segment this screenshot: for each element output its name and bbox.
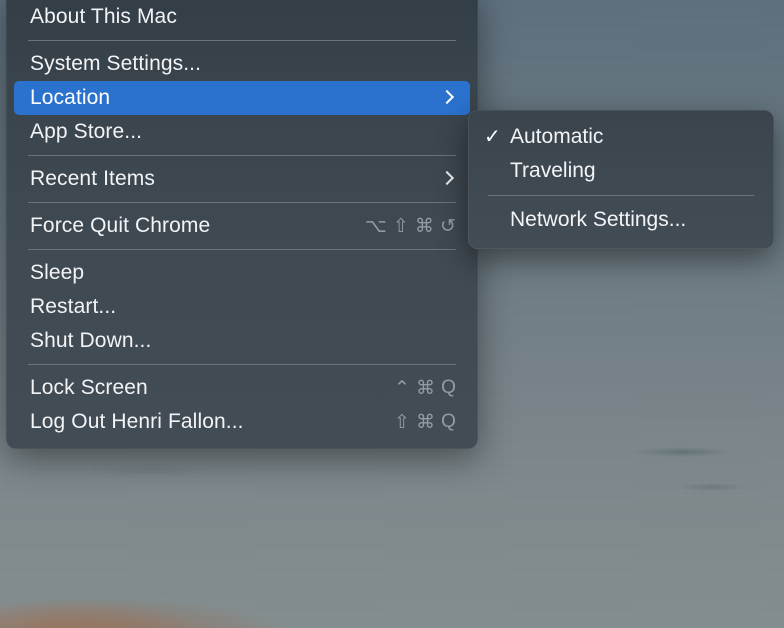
shortcut-key-glyph: Q <box>441 377 456 399</box>
submenu-divider <box>488 195 754 196</box>
menu-divider <box>28 202 456 203</box>
menu-divider <box>28 40 456 41</box>
shortcut-key-glyph: ⇧ <box>394 411 410 434</box>
menu-item-about-this-mac[interactable]: About This Mac <box>14 0 470 34</box>
shortcut-key-glyph: ⌘ <box>415 215 434 238</box>
keyboard-shortcut: ⌃ ⌘ Q <box>394 377 458 400</box>
menu-item-location[interactable]: Location <box>14 81 470 115</box>
menu-item-label: Lock Screen <box>30 376 148 400</box>
menu-item-label: App Store... <box>30 120 142 144</box>
submenu-item-traveling[interactable]: Traveling <box>476 154 766 188</box>
location-submenu: ✓Automatic Traveling Network Settings... <box>468 110 774 249</box>
menu-item-label: Force Quit Chrome <box>30 214 210 238</box>
submenu-item-label: Network Settings... <box>510 208 686 232</box>
apple-menu-dropdown: About This Mac System Settings... Location… <box>6 0 478 449</box>
menu-item-label: Shut Down... <box>30 329 151 353</box>
shortcut-key-glyph: ⌃ <box>394 377 410 400</box>
menu-item-restart[interactable]: Restart... <box>14 290 470 324</box>
submenu-item-automatic[interactable]: ✓Automatic <box>476 120 766 154</box>
menu-item-shut-down[interactable]: Shut Down... <box>14 324 470 358</box>
submenu-item-network-settings[interactable]: Network Settings... <box>476 203 766 237</box>
chevron-right-icon <box>440 90 456 106</box>
menu-divider <box>28 364 456 365</box>
menu-item-label: Location <box>30 86 110 110</box>
menu-divider <box>28 249 456 250</box>
shortcut-key-glyph: ⇧ <box>393 215 409 238</box>
shortcut-key-glyph: ↺ <box>440 215 456 238</box>
menu-item-sleep[interactable]: Sleep <box>14 256 470 290</box>
submenu-item-label: Automatic <box>510 125 603 149</box>
chevron-right-icon <box>440 171 456 187</box>
shortcut-key-glyph: ⌥ <box>365 215 387 238</box>
checkmark-icon: ✓ <box>484 127 510 147</box>
menu-item-system-settings[interactable]: System Settings... <box>14 47 470 81</box>
keyboard-shortcut: ⌥ ⇧ ⌘ ↺ <box>365 215 458 238</box>
menu-divider <box>28 155 456 156</box>
menu-item-label: Restart... <box>30 295 116 319</box>
menu-item-label: Log Out Henri Fallon... <box>30 410 244 434</box>
keyboard-shortcut: ⇧ ⌘ Q <box>394 411 458 434</box>
shortcut-key-glyph: Q <box>441 411 456 433</box>
menu-item-label: System Settings... <box>30 52 201 76</box>
menu-item-label: Recent Items <box>30 167 155 191</box>
shortcut-key-glyph: ⌘ <box>416 377 435 400</box>
menu-item-recent-items[interactable]: Recent Items <box>14 162 470 196</box>
menu-item-label: Sleep <box>30 261 84 285</box>
menu-item-log-out-henri-fallon[interactable]: Log Out Henri Fallon... ⇧ ⌘ Q <box>14 405 470 439</box>
shortcut-key-glyph: ⌘ <box>416 411 435 434</box>
menu-item-app-store[interactable]: App Store... <box>14 115 470 149</box>
submenu-item-label: Traveling <box>510 159 596 183</box>
menu-item-lock-screen[interactable]: Lock Screen ⌃ ⌘ Q <box>14 371 470 405</box>
menu-item-label: About This Mac <box>30 5 177 29</box>
menu-item-force-quit-chrome[interactable]: Force Quit Chrome ⌥ ⇧ ⌘ ↺ <box>14 209 470 243</box>
